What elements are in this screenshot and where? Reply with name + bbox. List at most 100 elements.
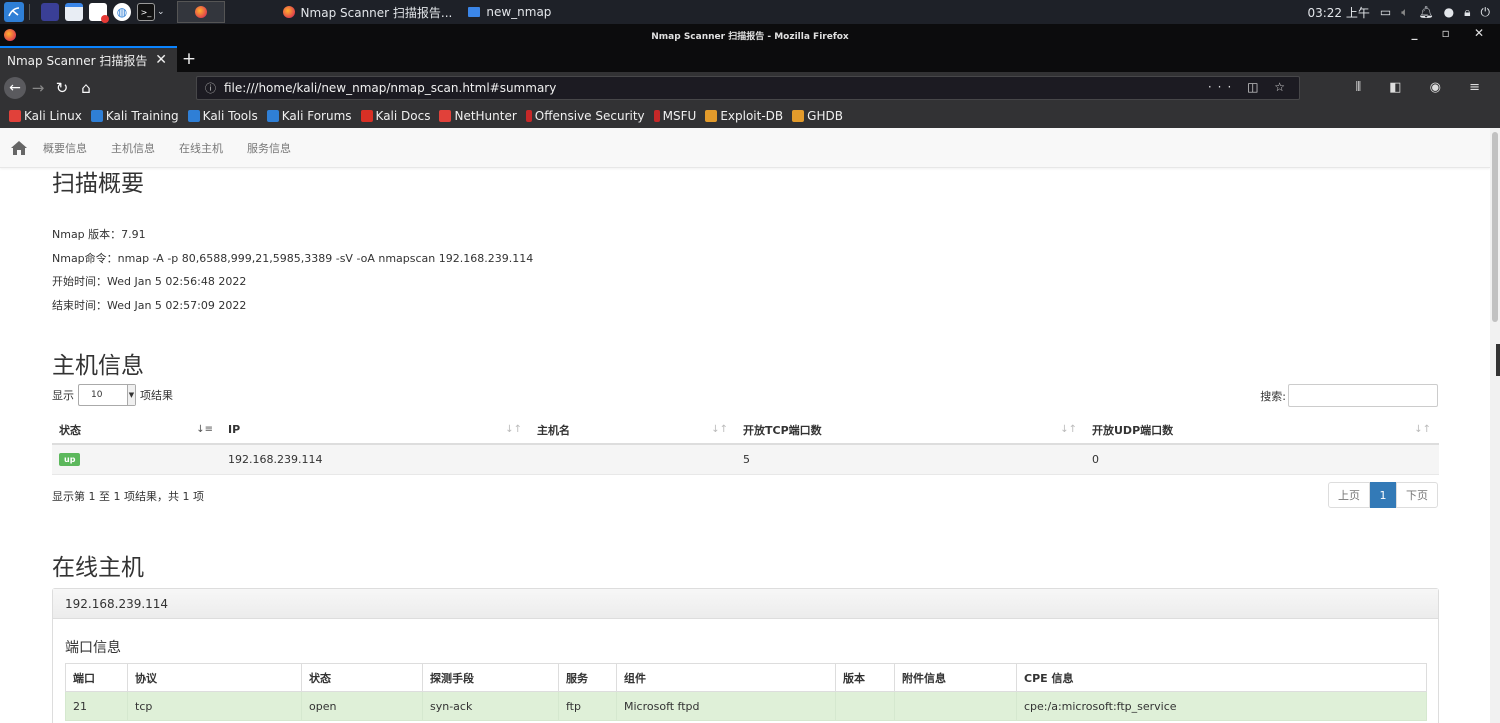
- page-actions[interactable]: ··· ◫ ☆: [1208, 80, 1291, 94]
- column-header-status[interactable]: 状态 ↓≡: [52, 416, 221, 445]
- bookmark-item[interactable]: MSFU: [653, 109, 696, 123]
- taskbar-task-folder[interactable]: new_nmap: [460, 0, 559, 24]
- page-scrollbar[interactable]: [1490, 128, 1500, 723]
- page-1-button[interactable]: 1: [1370, 482, 1396, 508]
- nav-item-summary[interactable]: 概要信息: [43, 140, 87, 156]
- bookmark-item[interactable]: Kali Linux: [9, 109, 82, 123]
- host-panel-heading[interactable]: 192.168.239.114: [53, 589, 1438, 619]
- bookmark-favicon-icon: [705, 110, 718, 122]
- close-tab-icon[interactable]: ✕: [155, 52, 167, 68]
- sort-icon: ↓↑: [1060, 424, 1077, 435]
- column-header-ip[interactable]: IP ↓↑: [221, 416, 530, 445]
- prev-page-button[interactable]: 上页: [1328, 482, 1370, 508]
- firefox-icon: [194, 6, 207, 18]
- column-header-protocol: 协议: [127, 663, 302, 692]
- column-header-state: 状态: [301, 663, 423, 692]
- port-state: open: [301, 691, 423, 721]
- bookmark-item[interactable]: Kali Forums: [266, 109, 352, 123]
- bookmark-item[interactable]: Offensive Security: [525, 109, 645, 123]
- forward-button[interactable]: →: [26, 79, 50, 97]
- nmap-version: Nmap 版本：7.91: [52, 228, 146, 241]
- nav-item-hosts[interactable]: 主机信息: [111, 140, 155, 156]
- update-icon[interactable]: ●: [1444, 5, 1454, 19]
- length-suffix: 项结果: [140, 389, 173, 402]
- ports-title: 端口信息: [65, 640, 121, 656]
- info-icon[interactable]: ⓘ: [205, 80, 216, 96]
- host-panel: 192.168.239.114 端口信息 端口 协议 状态 探测手段 服务 组件…: [52, 588, 1439, 723]
- notification-bell-icon[interactable]: 🔔︎: [1418, 5, 1433, 19]
- sort-icon: ↓↑: [711, 424, 728, 435]
- column-header-udp[interactable]: 开放UDP端口数 ↓↑: [1085, 416, 1439, 445]
- search-input[interactable]: [1288, 384, 1438, 407]
- home-icon[interactable]: [11, 140, 27, 155]
- port-cpe: cpe:/a:microsoft:ftp_service: [1016, 691, 1427, 721]
- nmap-command: Nmap命令：nmap -A -p 80,6588,999,21,5985,33…: [52, 252, 534, 265]
- pagination: 上页 1 下页: [1328, 482, 1438, 508]
- sort-icon: ↓↑: [1414, 424, 1431, 435]
- bookmark-favicon-icon: [792, 110, 805, 122]
- workspace-switcher[interactable]: [176, 1, 225, 23]
- search-label: 搜索:: [1260, 389, 1286, 403]
- length-label: 显示: [52, 389, 74, 402]
- port-version: [835, 691, 895, 721]
- kali-menu-icon[interactable]: [4, 2, 24, 22]
- port-protocol: tcp: [127, 691, 302, 721]
- section-title-summary: 扫描概要: [52, 171, 144, 197]
- page-length-select[interactable]: 10 ▼: [78, 384, 136, 406]
- nav-item-online-hosts[interactable]: 在线主机: [179, 140, 223, 156]
- taskbar-task-firefox[interactable]: Nmap Scanner 扫描报告...: [275, 0, 461, 24]
- firefox-icon: [282, 6, 295, 18]
- bookmark-favicon-icon: [525, 110, 532, 122]
- nav-item-services[interactable]: 服务信息: [247, 140, 291, 156]
- navigation-toolbar: ← → ↻ ⌂ ⓘ file:///home/kali/new_nmap/nma…: [0, 72, 1500, 104]
- column-header-cpe: CPE 信息: [1016, 663, 1427, 692]
- home-button[interactable]: ⌂: [74, 79, 98, 97]
- bookmark-item[interactable]: Kali Tools: [187, 109, 258, 123]
- toolbar-right-icons[interactable]: ⫴ ◧ ◉ ≡: [1356, 80, 1492, 95]
- port-extra: [894, 691, 1017, 721]
- back-button[interactable]: ←: [4, 77, 26, 99]
- desktop-icon[interactable]: [41, 3, 59, 21]
- bookmark-favicon-icon: [360, 110, 373, 122]
- column-header-tcp[interactable]: 开放TCP端口数 ↓↑: [736, 416, 1085, 445]
- hosts-table: 状态 ↓≡ IP ↓↑ 主机名 ↓↑ 开放TCP端口数 ↓↑ 开放UDP端口数 ↓↑ up…: [52, 416, 1439, 475]
- section-title-online: 在线主机: [52, 555, 144, 581]
- window-controls[interactable]: _ ▫ ✕: [1411, 26, 1494, 40]
- volume-icon[interactable]: 🔈︎: [1401, 5, 1408, 20]
- bookmark-favicon-icon: [187, 110, 200, 122]
- column-header-product: 组件: [616, 663, 836, 692]
- ports-table: 端口 协议 状态 探测手段 服务 组件 版本 附件信息 CPE 信息 21 tc…: [65, 663, 1427, 721]
- chevron-down-icon[interactable]: ⌄: [157, 7, 165, 17]
- firefox-icon: [4, 29, 16, 41]
- column-header-hostname[interactable]: 主机名 ↓↑: [530, 416, 736, 445]
- bookmark-item[interactable]: Kali Training: [90, 109, 179, 123]
- tab-nmap-report[interactable]: Nmap Scanner 扫描报告 ✕: [0, 46, 177, 72]
- url-bar[interactable]: ⓘ file:///home/kali/new_nmap/nmap_scan.h…: [196, 76, 1300, 100]
- bookmark-item[interactable]: NetHunter: [439, 109, 517, 123]
- file-manager-icon[interactable]: [65, 3, 83, 21]
- bookmark-item[interactable]: Exploit-DB: [705, 109, 783, 123]
- folder-icon: [468, 7, 481, 17]
- power-icon[interactable]: ⏻: [1481, 5, 1491, 20]
- text-editor-icon[interactable]: [89, 3, 109, 23]
- next-page-button[interactable]: 下页: [1396, 482, 1438, 508]
- terminal-icon[interactable]: >_: [137, 3, 155, 21]
- browser-globe-icon[interactable]: ◍: [113, 3, 131, 21]
- table-row: up 192.168.239.114 5 0: [52, 444, 1439, 475]
- page-length-control: 显示 10 ▼ 项结果: [52, 384, 173, 406]
- screen-icon[interactable]: ▭: [1380, 5, 1391, 19]
- lock-icon[interactable]: 🔒︎: [1464, 5, 1470, 20]
- bookmarks-toolbar: Kali Linux Kali Training Kali Tools Kali…: [0, 104, 1500, 128]
- reload-button[interactable]: ↻: [50, 79, 74, 97]
- scrollbar-thumb[interactable]: [1492, 132, 1498, 322]
- url-text: file:///home/kali/new_nmap/nmap_scan.htm…: [224, 81, 557, 95]
- window-titlebar: Nmap Scanner 扫描报告 - Mozilla Firefox _ ▫ …: [0, 24, 1500, 46]
- scan-end-time: 结束时间：Wed Jan 5 02:57:09 2022: [52, 299, 247, 312]
- taskbar-task-label: Nmap Scanner 扫描报告...: [300, 5, 453, 20]
- new-tab-button[interactable]: +: [177, 46, 201, 72]
- scan-start-time: 开始时间：Wed Jan 5 02:56:48 2022: [52, 275, 247, 288]
- select-arrow-icon: ▼: [127, 385, 135, 405]
- bookmark-item[interactable]: GHDB: [792, 109, 843, 123]
- bookmark-item[interactable]: Kali Docs: [360, 109, 430, 123]
- clock[interactable]: 03:22 上午: [1307, 4, 1369, 21]
